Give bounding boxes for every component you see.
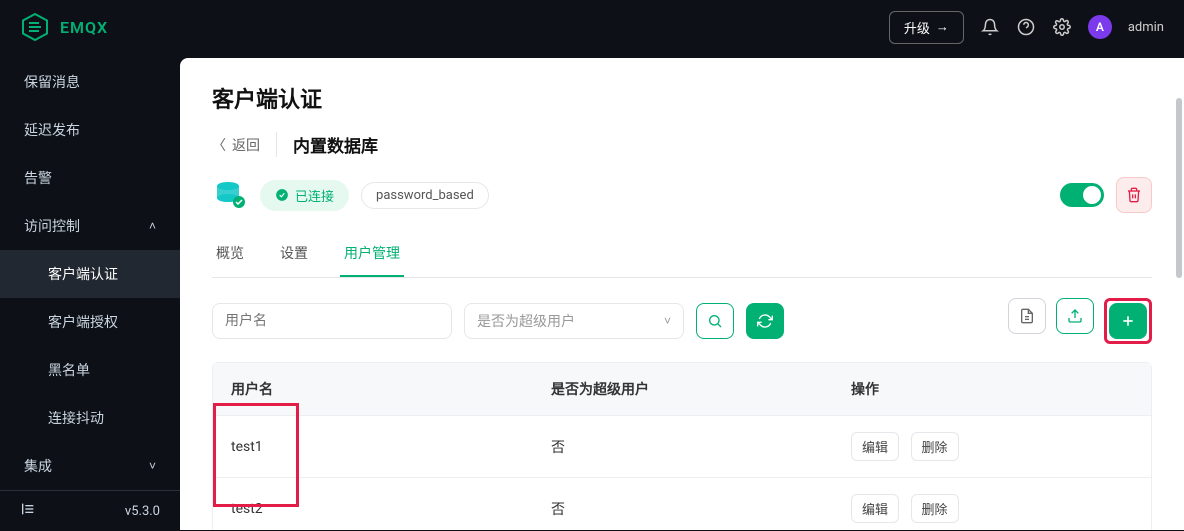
chevron-up-icon: ˄ <box>149 219 156 233</box>
database-icon <box>212 177 248 213</box>
cell-super: 否 <box>533 483 833 531</box>
table-header: 用户名 是否为超级用户 操作 <box>213 363 1151 415</box>
username-filter-input[interactable] <box>212 303 452 339</box>
upgrade-button[interactable]: 升级 → <box>889 11 964 44</box>
delete-button[interactable]: 删除 <box>911 494 959 523</box>
avatar[interactable]: A <box>1088 15 1112 39</box>
cell-username: test1 <box>213 423 533 471</box>
sidebar-group-integration[interactable]: 集成 ˅ <box>0 442 180 490</box>
mechanism-label: password_based <box>376 188 474 203</box>
sidebar-item-alarm[interactable]: 告警 <box>0 154 180 202</box>
highlight-add <box>1104 298 1152 344</box>
table-row: test2 否 编辑 删除 <box>213 477 1151 530</box>
delete-auth-button[interactable] <box>1116 177 1152 213</box>
page-title: 客户端认证 <box>212 82 1152 114</box>
users-table: 用户名 是否为超级用户 操作 test1 否 编辑 删除 test2 <box>212 362 1152 530</box>
cell-actions: 编辑 删除 <box>833 416 1151 477</box>
chevron-down-icon: ˅ <box>149 459 156 473</box>
connected-label: 已连接 <box>295 186 334 205</box>
edit-button[interactable]: 编辑 <box>851 432 899 461</box>
cell-username: test2 <box>213 485 533 531</box>
arrow-right-icon: → <box>936 19 949 35</box>
cell-actions: 编辑 删除 <box>833 478 1151 530</box>
chevron-left-icon: 〈 <box>212 135 226 155</box>
status-pill-connected: 已连接 <box>260 180 349 211</box>
refresh-button[interactable] <box>746 303 784 339</box>
enable-toggle[interactable] <box>1060 183 1104 207</box>
edit-button[interactable]: 编辑 <box>851 494 899 523</box>
status-row: 已连接 password_based <box>212 177 1152 213</box>
table-row: test1 否 编辑 删除 <box>213 415 1151 477</box>
version-label: v5.3.0 <box>125 504 160 519</box>
add-user-button[interactable] <box>1109 303 1147 339</box>
export-button[interactable] <box>1008 298 1046 334</box>
sidebar-group-access[interactable]: 访问控制 ˄ <box>0 202 180 250</box>
tab-settings[interactable]: 设置 <box>276 231 312 277</box>
import-button[interactable] <box>1056 298 1094 334</box>
sidebar-item-client-authz[interactable]: 客户端授权 <box>0 298 180 346</box>
brand-name: EMQX <box>60 18 108 37</box>
app-header: EMQX 升级 → A admin <box>0 0 1184 54</box>
sidebar-item-blacklist[interactable]: 黑名单 <box>0 346 180 394</box>
upgrade-label: 升级 <box>904 18 930 37</box>
delete-button[interactable]: 删除 <box>911 432 959 461</box>
help-icon[interactable] <box>1016 17 1036 37</box>
sidebar-item-client-auth[interactable]: 客户端认证 <box>0 250 180 298</box>
sidebar: 保留消息 延迟发布 告警 访问控制 ˄ 客户端认证 客户端授权 黑名单 连接抖动… <box>0 54 180 530</box>
gear-icon[interactable] <box>1052 17 1072 37</box>
search-button[interactable] <box>696 303 734 339</box>
back-label: 返回 <box>232 135 260 155</box>
tabs: 概览 设置 用户管理 <box>212 231 1152 278</box>
admin-name: admin <box>1128 20 1164 35</box>
mechanism-pill: password_based <box>361 182 489 209</box>
chevron-down-icon: ˅ <box>664 314 671 328</box>
db-title: 内置数据库 <box>276 132 378 157</box>
collapse-icon[interactable] <box>20 501 36 521</box>
th-actions: 操作 <box>833 363 1151 415</box>
brand-logo: EMQX <box>20 12 108 42</box>
superuser-placeholder: 是否为超级用户 <box>477 311 575 331</box>
sidebar-item-delayed[interactable]: 延迟发布 <box>0 106 180 154</box>
scrollbar[interactable] <box>1176 58 1182 530</box>
main-content: 客户端认证 〈 返回 内置数据库 已连接 <box>180 58 1184 530</box>
sidebar-footer: v5.3.0 <box>0 490 180 531</box>
tab-users[interactable]: 用户管理 <box>340 231 404 277</box>
th-super: 是否为超级用户 <box>533 363 833 415</box>
tab-overview[interactable]: 概览 <box>212 231 248 277</box>
sidebar-item-flapping[interactable]: 连接抖动 <box>0 394 180 442</box>
sidebar-item-retained[interactable]: 保留消息 <box>0 58 180 106</box>
th-username: 用户名 <box>213 363 533 415</box>
bell-icon[interactable] <box>980 17 1000 37</box>
back-link[interactable]: 〈 返回 <box>212 135 260 155</box>
cell-super: 否 <box>533 421 833 473</box>
logo-hex-icon <box>20 12 50 42</box>
superuser-filter-select[interactable]: 是否为超级用户 ˅ <box>464 303 684 339</box>
breadcrumb: 〈 返回 内置数据库 <box>212 132 1152 157</box>
filters-row: 是否为超级用户 ˅ <box>212 298 1152 344</box>
